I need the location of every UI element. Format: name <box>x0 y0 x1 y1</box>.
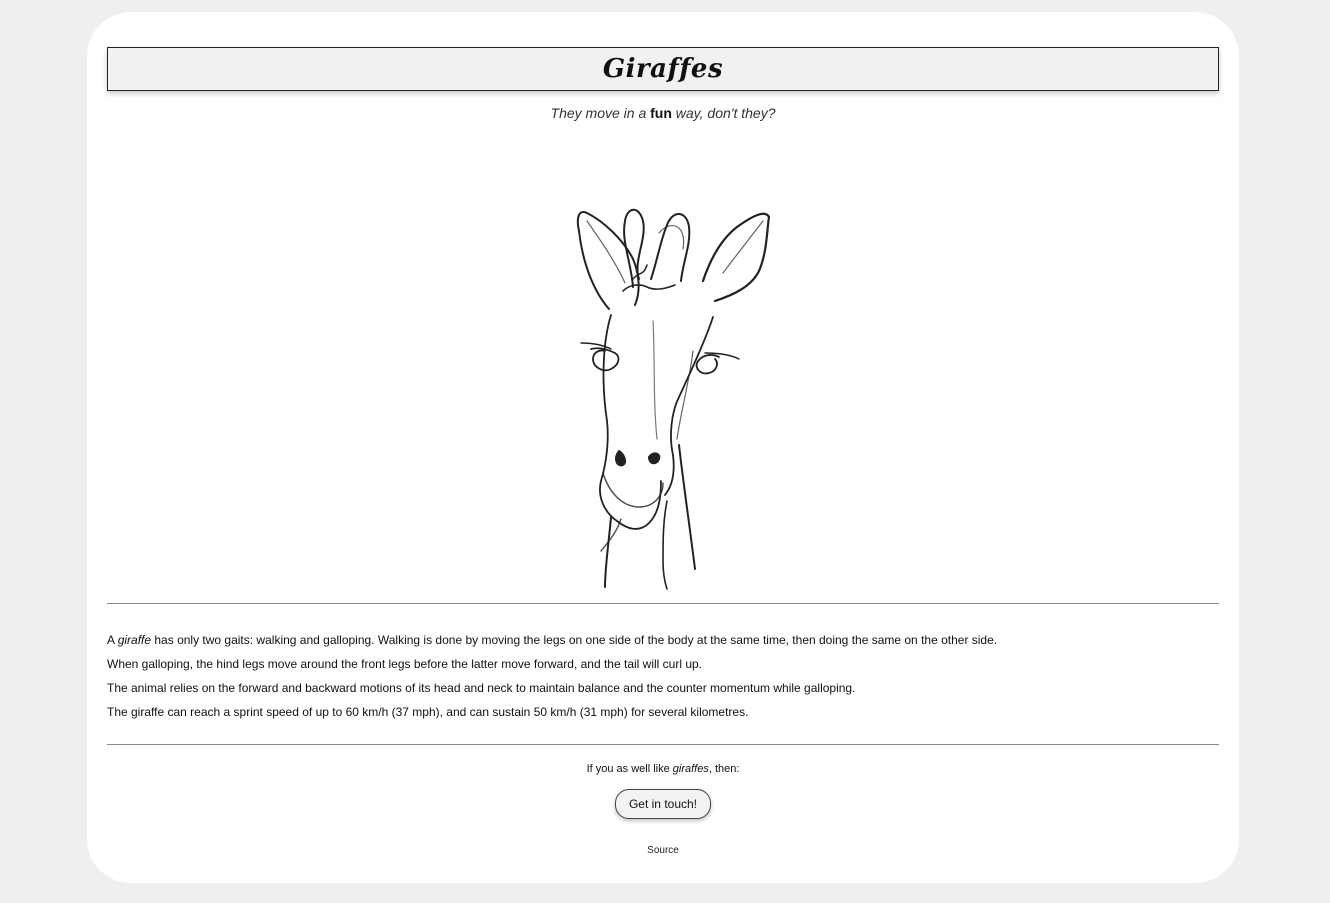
fact-1-end: has only two gaits: walking and gallopin… <box>151 633 998 647</box>
get-in-touch-button[interactable]: Get in touch! <box>614 789 712 819</box>
fact-paragraph-2: When galloping, the hind legs move aroun… <box>107 657 703 671</box>
facts-section: A giraffe has only two gaits: walking an… <box>107 604 1219 744</box>
cta-emphasis: giraffes <box>672 763 709 775</box>
fact-paragraph-4: The giraffe can reach a sprint speed of … <box>107 705 749 719</box>
subtitle-start: They move in a <box>550 105 651 121</box>
subtitle-end: way, don't they? <box>671 105 776 121</box>
title-box: Giraffes <box>107 47 1219 91</box>
divider-bottom <box>107 744 1219 745</box>
fact-1-emphasis: giraffe <box>117 633 152 647</box>
giraffe-illustration <box>107 121 1219 603</box>
giraffe-head-line-drawing-icon <box>576 208 771 590</box>
cta-start: If you as well like <box>586 763 673 775</box>
page-title: Giraffes <box>602 54 724 84</box>
fact-1-start: A <box>107 633 118 647</box>
call-to-action-text: If you as well like giraffes, then: <box>107 763 1219 775</box>
content-card: Giraffes They move in a fun way, don't t… <box>87 12 1239 883</box>
source-link[interactable]: Source <box>107 845 1219 856</box>
cta-end: , then: <box>708 763 740 775</box>
subtitle: They move in a fun way, don't they? <box>107 105 1219 121</box>
fact-paragraph-1: A giraffe has only two gaits: walking an… <box>107 628 1219 652</box>
fact-paragraph-3: The animal relies on the forward and bac… <box>107 681 856 695</box>
subtitle-bold: fun <box>650 105 672 121</box>
button-wrapper: Get in touch! <box>107 789 1219 819</box>
